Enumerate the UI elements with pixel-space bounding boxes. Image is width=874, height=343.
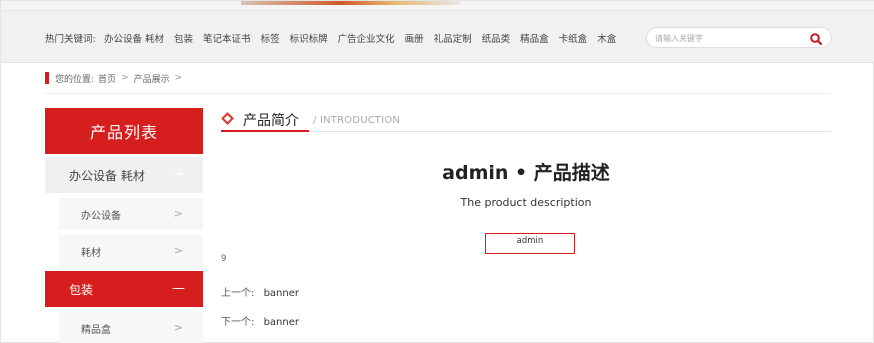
keyword-link[interactable]: 画册 <box>405 31 424 45</box>
product-description: The product description <box>460 196 592 209</box>
breadcrumb-label: 您的位置: <box>55 74 95 85</box>
top-banner-strip <box>1 1 874 11</box>
sidebar-title: 产品列表 <box>45 108 203 154</box>
breadcrumb-separator: > <box>121 73 129 83</box>
section-header: 产品简介 / INTRODUCTION <box>221 108 831 132</box>
expand-icon[interactable]: + <box>174 167 185 182</box>
breadcrumb: 您的位置: 首页 > 产品展示 > <box>45 71 187 85</box>
category-label: 包装 <box>69 282 94 297</box>
keyword-link[interactable]: 包装 <box>174 31 193 45</box>
next-link-row: 下一个: banner <box>221 313 299 328</box>
subitem-label: 办公设备 <box>81 210 121 222</box>
chevron-right-icon: > <box>173 244 183 257</box>
search-icon[interactable] <box>809 31 823 46</box>
page-frame: 热门关键词: 办公设备 耗材 包装 笔记本证书 标签 标识标牌 广告企业文化 画… <box>0 0 874 343</box>
banner-accent <box>241 1 461 5</box>
section-title: 产品简介 <box>243 113 299 129</box>
product-tag: admin <box>485 233 575 254</box>
keyword-link[interactable]: 笔记本证书 <box>203 31 251 45</box>
chevron-right-icon: > <box>173 321 183 334</box>
keyword-link[interactable]: 卡纸盒 <box>559 31 588 45</box>
keyword-label: 热门关键词: <box>45 34 96 45</box>
prev-link[interactable]: banner <box>264 288 299 299</box>
main-content: 产品简介 / INTRODUCTION admin • 产品描述 The pro… <box>221 108 831 328</box>
search-box <box>646 27 832 48</box>
subitem-label: 精品盒 <box>81 324 111 336</box>
product-title: admin • 产品描述 <box>442 162 610 184</box>
collapse-icon[interactable]: — <box>172 281 185 296</box>
keyword-link[interactable]: 办公设备 耗材 <box>104 31 164 45</box>
keyword-link[interactable]: 木盒 <box>597 31 616 45</box>
section-underline <box>221 130 309 132</box>
sidebar-subitem[interactable]: 耗材 > <box>59 235 203 268</box>
prev-link-row: 上一个: banner <box>221 284 299 299</box>
search-input[interactable] <box>655 31 803 45</box>
section-subtitle: / INTRODUCTION <box>313 115 401 126</box>
prev-label: 上一个: <box>221 288 255 299</box>
sidebar-subitem[interactable]: 办公设备 > <box>59 198 203 231</box>
breadcrumb-divider <box>45 93 831 94</box>
keyword-list: 办公设备 耗材 包装 笔记本证书 标签 标识标牌 广告企业文化 画册 礼品定制 … <box>104 31 616 45</box>
keyword-link[interactable]: 礼品定制 <box>434 31 472 45</box>
diamond-icon <box>221 112 234 125</box>
category-label: 办公设备 耗材 <box>69 168 145 183</box>
sidebar-category-office[interactable]: 办公设备 耗材 + <box>45 157 203 194</box>
breadcrumb-separator: > <box>174 73 183 83</box>
sidebar-category-packaging[interactable]: 包装 — <box>45 271 203 308</box>
keyword-link[interactable]: 纸品类 <box>482 31 511 45</box>
sidebar-subitem[interactable]: 精品盒 > <box>59 312 203 343</box>
breadcrumb-marker <box>45 72 49 84</box>
keyword-bar: 热门关键词: 办公设备 耗材 包装 笔记本证书 标签 标识标牌 广告企业文化 画… <box>1 11 874 63</box>
chevron-right-icon: > <box>173 207 183 220</box>
sidebar: 产品列表 办公设备 耗材 + 办公设备 > 耗材 > 包装 — 精品盒 > <box>45 108 203 343</box>
keyword-link[interactable]: 标识标牌 <box>290 31 328 45</box>
breadcrumb-home[interactable]: 首页 <box>98 72 116 85</box>
product-number: 9 <box>221 254 227 264</box>
next-link[interactable]: banner <box>264 317 299 328</box>
next-label: 下一个: <box>221 317 255 328</box>
subitem-label: 耗材 <box>81 247 101 259</box>
keyword-link[interactable]: 广告企业文化 <box>338 31 395 45</box>
breadcrumb-current[interactable]: 产品展示 <box>134 72 170 85</box>
keyword-link[interactable]: 标签 <box>261 31 280 45</box>
keyword-link[interactable]: 精品盒 <box>520 31 549 45</box>
